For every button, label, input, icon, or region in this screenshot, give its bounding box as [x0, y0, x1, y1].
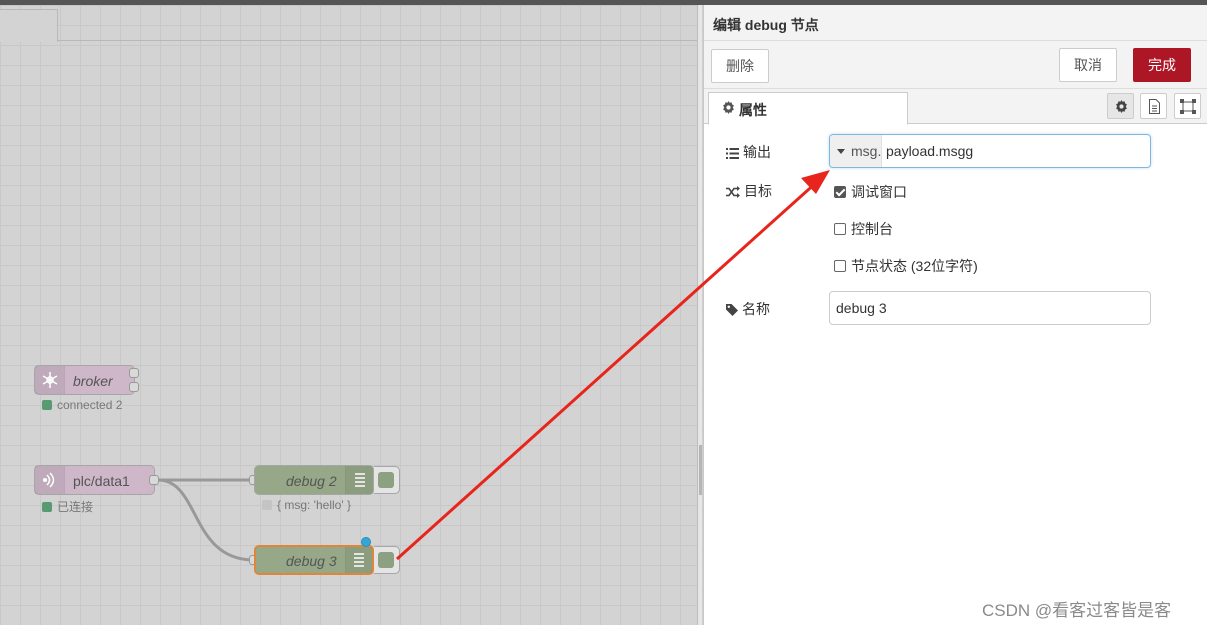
wires	[157, 478, 255, 562]
node-label: plc/data1	[73, 473, 130, 489]
edit-node-panel: 编辑 debug 节点 删除 取消 完成 属性 输出 msg. payload.…	[703, 5, 1207, 625]
target-row-label: 目标	[726, 181, 772, 201]
changed-indicator	[361, 537, 371, 547]
status-dot	[262, 500, 272, 510]
document-icon	[1149, 99, 1160, 117]
node-label: debug 2	[286, 473, 337, 489]
list-icon	[726, 144, 743, 160]
node-label: broker	[73, 373, 113, 389]
checkbox-unchecked[interactable]	[834, 223, 846, 235]
output-property-input[interactable]: msg. payload.msgg	[829, 134, 1151, 168]
output-row-label: 输出	[726, 142, 771, 162]
node-status: connected 2	[42, 398, 122, 412]
output-port[interactable]	[129, 368, 139, 378]
panel-title: 编辑 debug 节点	[713, 17, 819, 33]
debug-toggle-button[interactable]	[374, 546, 400, 574]
debug-2-node[interactable]: debug 2	[254, 465, 374, 495]
status-dot	[42, 400, 52, 410]
settings-tab-button[interactable]	[1107, 93, 1134, 119]
panel-header: 编辑 debug 节点	[704, 5, 1207, 41]
done-button[interactable]: 完成	[1133, 48, 1191, 82]
target-console-checkbox[interactable]: 控制台	[834, 219, 893, 239]
broker-node[interactable]: broker	[34, 365, 135, 395]
debug-3-node[interactable]: debug 3	[254, 545, 374, 575]
node-status: { msg: 'hello' }	[262, 498, 351, 512]
flow-workspace[interactable]: broker connected 2 plc/data1 已连接 debug 2…	[0, 5, 697, 625]
caret-down-icon	[837, 149, 845, 154]
name-input[interactable]: debug 3	[829, 291, 1151, 325]
panel-tabs: 属性	[704, 89, 1207, 125]
splitter-grip[interactable]	[699, 445, 702, 495]
tab-properties[interactable]: 属性	[708, 92, 908, 125]
gear-icon	[1115, 100, 1128, 116]
output-type-select[interactable]: msg.	[830, 135, 882, 167]
mqtt-in-node[interactable]: plc/data1	[34, 465, 155, 495]
delete-button[interactable]: 删除	[711, 49, 769, 83]
checkbox-unchecked[interactable]	[834, 260, 846, 272]
target-debug-window-checkbox[interactable]: 调试窗口	[834, 182, 907, 202]
tab-label: 属性	[739, 102, 767, 118]
target-node-status-checkbox[interactable]: 节点状态 (32位字符)	[834, 256, 978, 276]
shuffle-icon	[726, 183, 744, 199]
appearance-tab-button[interactable]	[1174, 93, 1201, 119]
wire-plc-to-debug3	[157, 478, 255, 562]
cancel-button[interactable]: 取消	[1059, 48, 1117, 82]
mqtt-icon	[35, 366, 65, 394]
checkbox-checked[interactable]	[834, 186, 846, 198]
panel-toolbar: 删除 取消 完成	[704, 41, 1207, 89]
output-port[interactable]	[149, 475, 159, 485]
status-dot	[42, 502, 52, 512]
tag-icon	[726, 301, 742, 317]
frame-icon	[1180, 99, 1196, 117]
name-row-label: 名称	[726, 299, 770, 319]
debug-toggle-button[interactable]	[374, 466, 400, 494]
output-value[interactable]: payload.msgg	[886, 143, 973, 159]
node-label: debug 3	[286, 553, 337, 569]
watermark: CSDN @看客过客皆是客	[982, 601, 1172, 620]
wireless-icon	[35, 466, 65, 494]
output-port[interactable]	[129, 382, 139, 392]
description-tab-button[interactable]	[1140, 93, 1167, 119]
gear-icon	[722, 101, 735, 117]
node-status: 已连接	[42, 498, 93, 515]
list-icon	[345, 547, 372, 573]
list-icon	[345, 466, 373, 494]
